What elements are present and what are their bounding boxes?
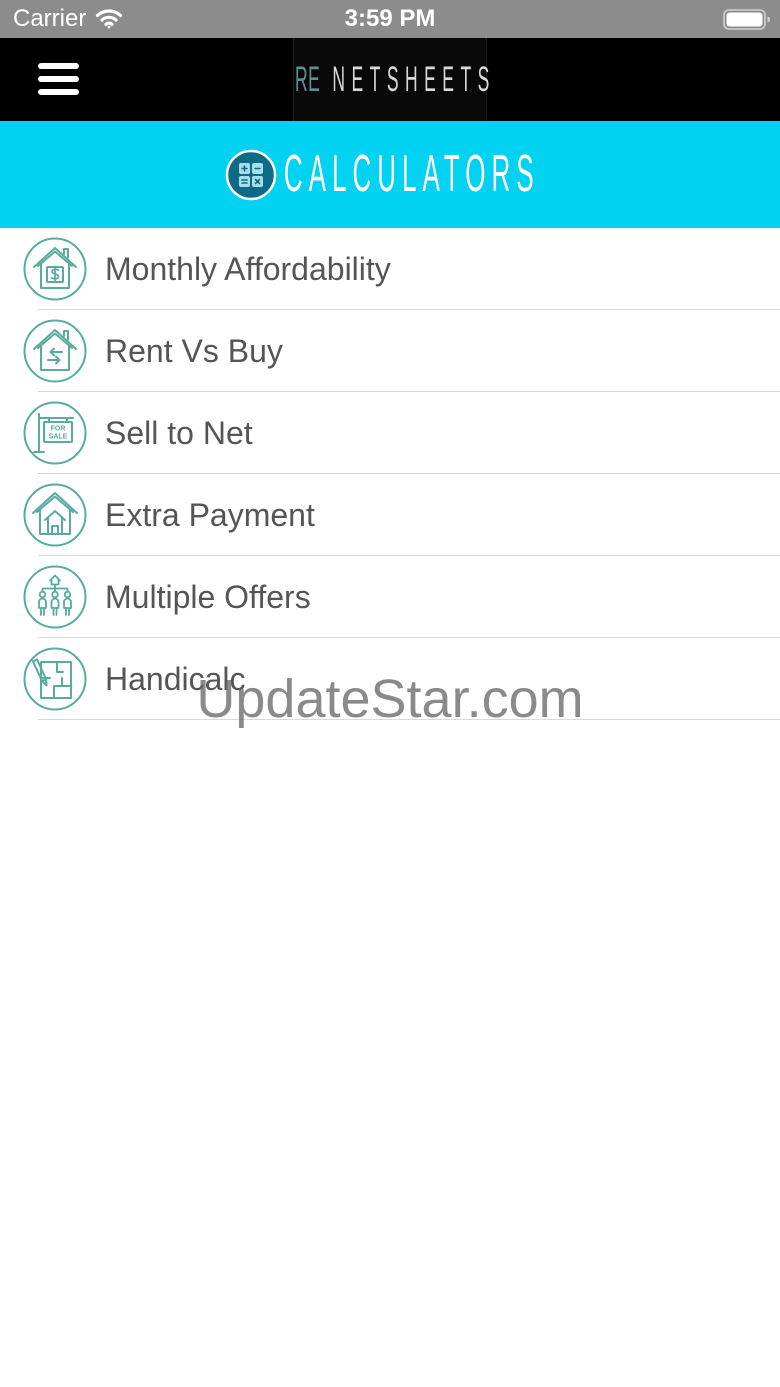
house-exchange-arrows-icon	[23, 319, 87, 383]
house-in-house-icon	[23, 483, 87, 547]
for-sale-sign-icon: FOR SALE	[23, 401, 87, 465]
row-divider	[38, 719, 780, 720]
status-time: 3:59 PM	[344, 5, 436, 32]
calculator-item-multiple-offers[interactable]: Multiple Offers	[0, 556, 780, 638]
calculator-item-rent-vs-buy[interactable]: Rent Vs Buy	[0, 310, 780, 392]
calculator-item-sell-to-net[interactable]: FOR SALE Sell to Net	[0, 392, 780, 474]
status-bar: Carrier 3:59 PM	[0, 0, 780, 38]
battery-level-fill	[726, 12, 763, 27]
menu-bar-line	[38, 76, 79, 82]
menu-button[interactable]	[32, 56, 86, 102]
menu-bar-line	[38, 89, 79, 95]
carrier-name: Carrier	[13, 5, 87, 32]
calculator-list: Monthly Affordability Rent Vs Buy FOR SA…	[0, 228, 780, 720]
wifi-icon	[95, 8, 123, 29]
multiple-buyers-icon	[23, 565, 87, 629]
house-dollar-icon	[23, 237, 87, 301]
calculator-item-label: Extra Payment	[105, 497, 315, 533]
app-logo-text: RE NETSHEETS	[295, 62, 496, 97]
calculator-item-handicalc[interactable]: Handicalc	[0, 638, 780, 720]
calculator-item-label: Rent Vs Buy	[105, 333, 283, 369]
calculator-item-label: Handicalc	[105, 661, 246, 697]
calculator-item-label: Sell to Net	[105, 415, 253, 451]
logo-prefix: RE	[295, 60, 321, 99]
calculator-item-monthly-affordability[interactable]: Monthly Affordability	[0, 228, 780, 310]
logo-name: NETSHEETS	[332, 60, 496, 99]
battery-icon	[723, 9, 771, 30]
app-logo: RE NETSHEETS	[293, 38, 489, 121]
page-header: CALCULATORS	[0, 121, 780, 228]
calculator-icon	[225, 149, 277, 201]
hamburger-menu-icon	[32, 56, 86, 102]
calculator-item-extra-payment[interactable]: Extra Payment	[0, 474, 780, 556]
navigation-bar: RE NETSHEETS	[0, 38, 780, 121]
floor-plan-pencil-icon	[23, 647, 87, 711]
for-sale-sign-text: FOR	[51, 426, 66, 433]
for-sale-sign-text: SALE	[49, 434, 68, 441]
calculator-item-label: Monthly Affordability	[105, 251, 391, 287]
menu-bar-line	[38, 63, 79, 69]
calculator-item-label: Multiple Offers	[105, 579, 311, 615]
page-title: CALCULATORS	[283, 145, 540, 203]
